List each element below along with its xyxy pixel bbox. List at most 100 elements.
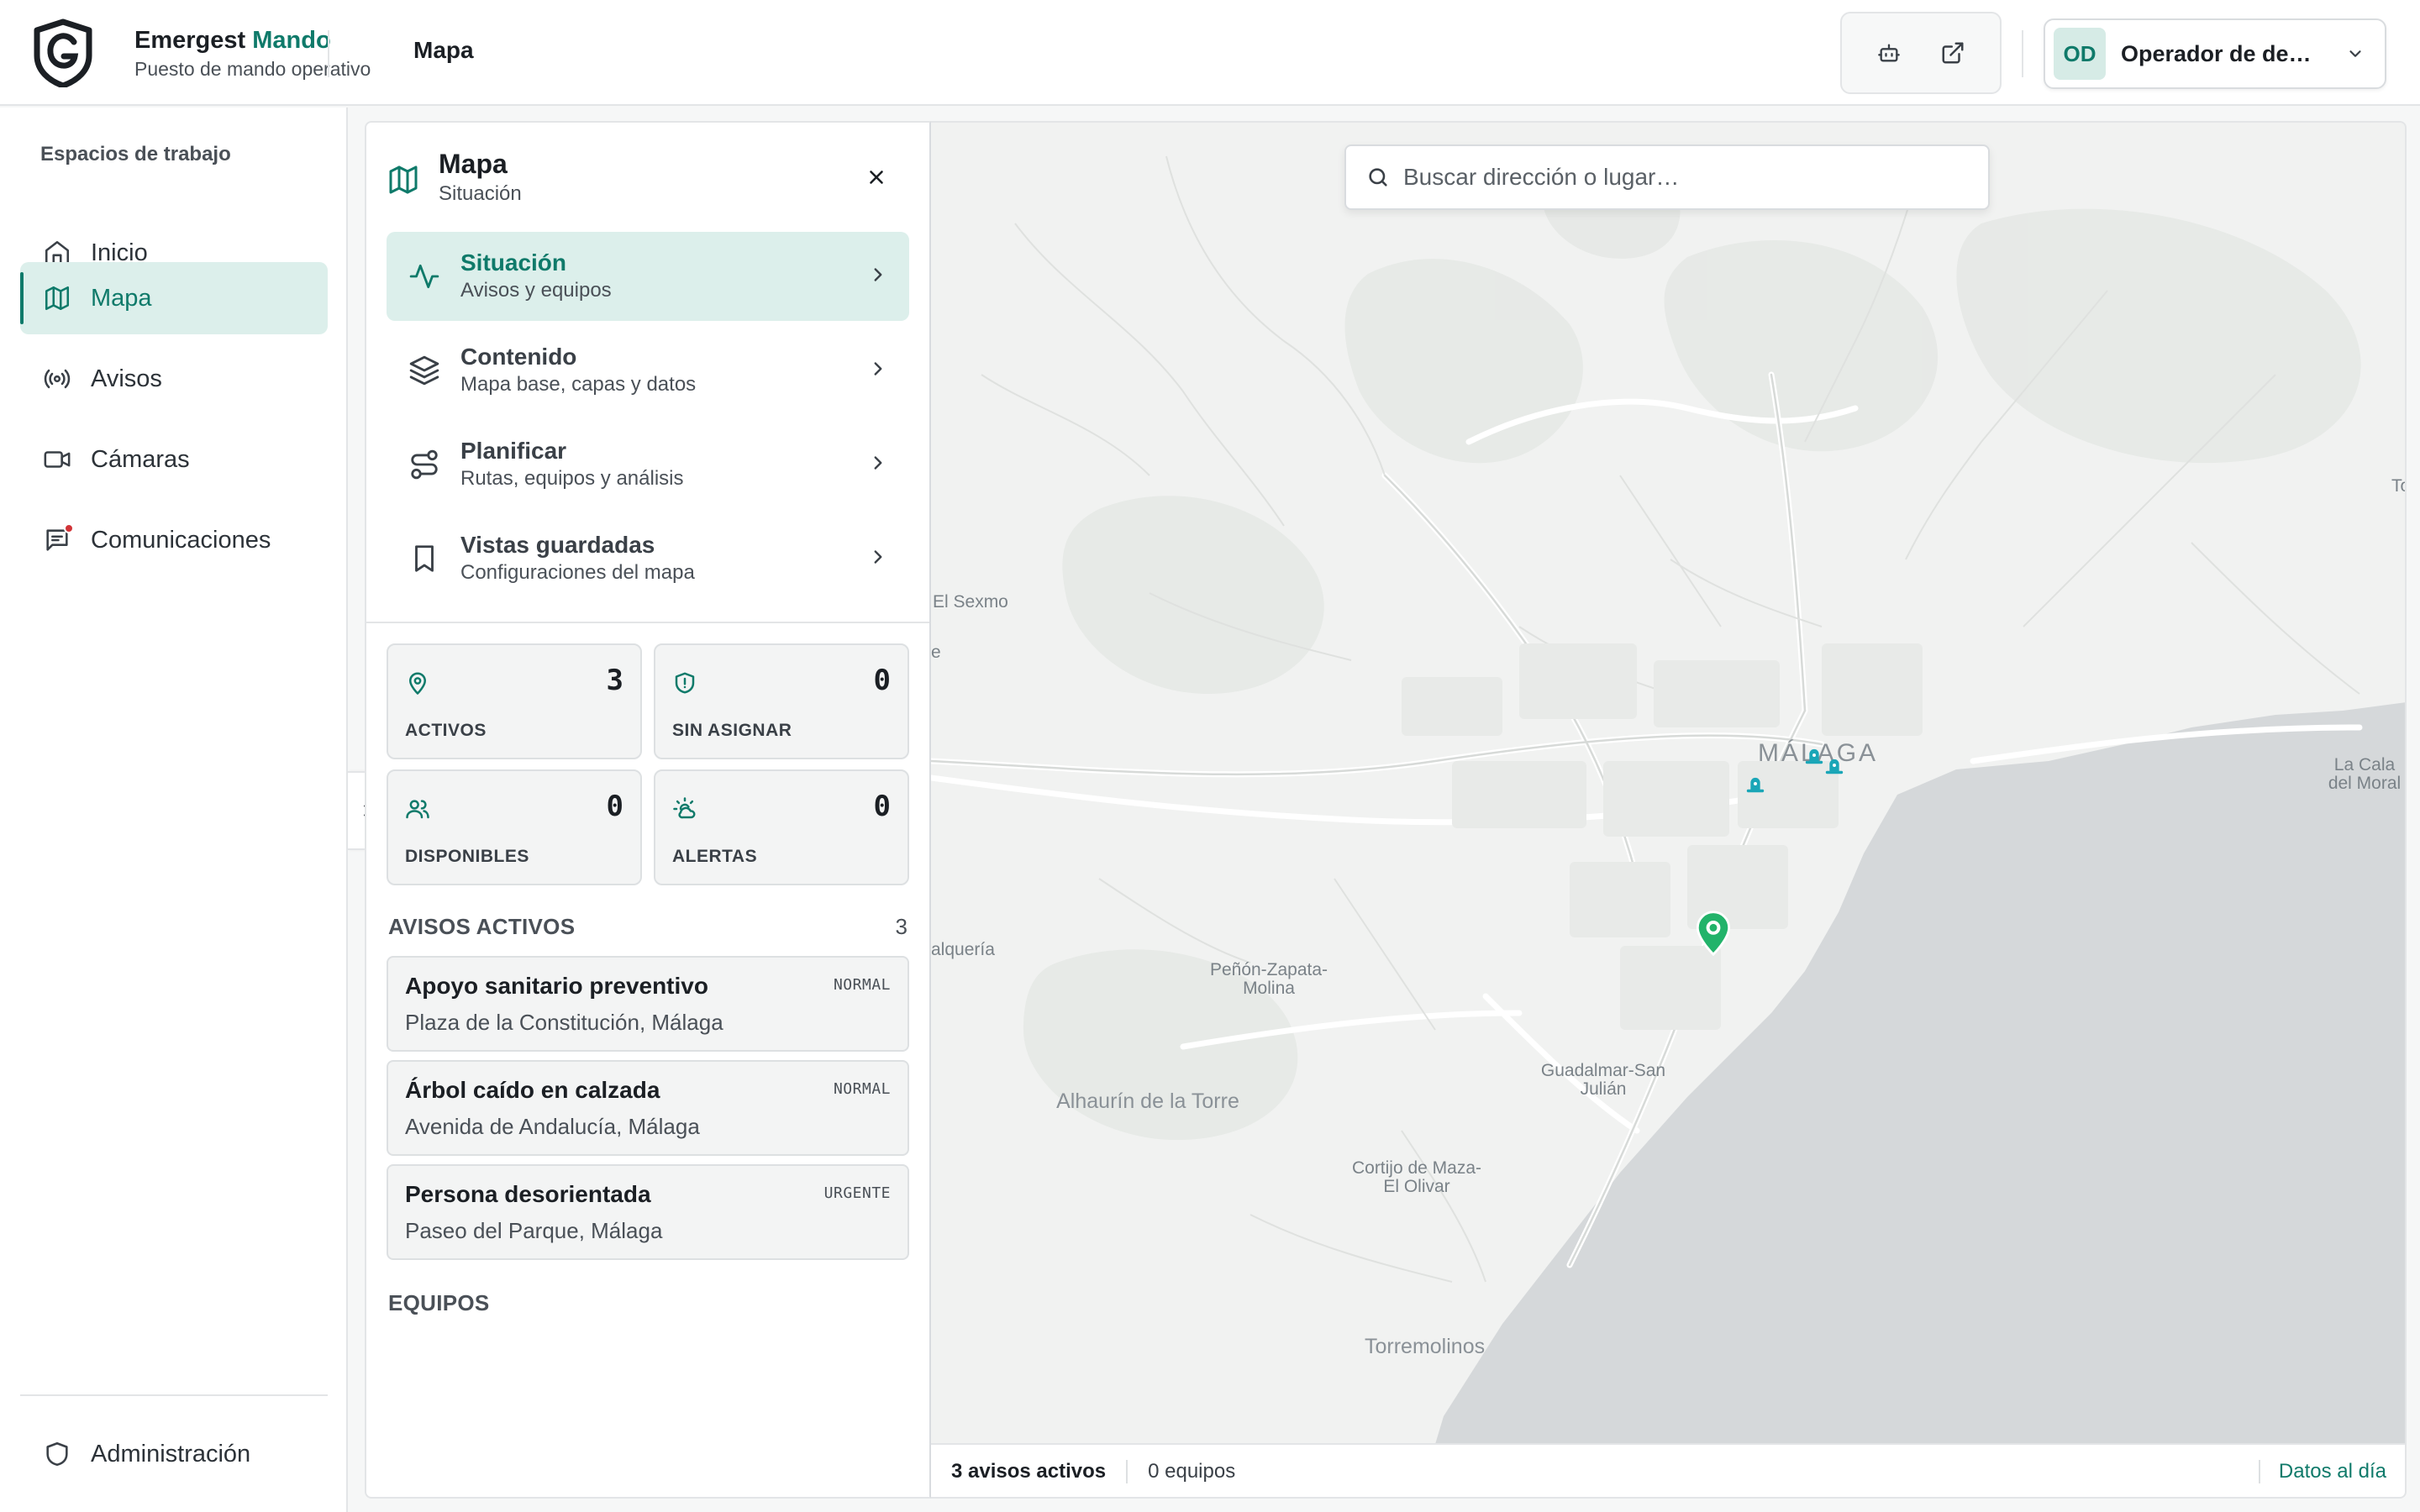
stat-label: ALERTAS — [672, 847, 758, 866]
open-external-button[interactable] — [1928, 28, 1978, 78]
close-icon — [870, 171, 883, 184]
stat-label: DISPONIBLES — [405, 847, 529, 866]
chevron-right-icon — [874, 550, 882, 564]
incident-card[interactable]: Persona desorientada URGENTE Paseo del P… — [387, 1164, 909, 1260]
emergest-logo-icon — [34, 18, 92, 87]
map-label: To — [2391, 476, 2405, 496]
sidebar-item-label: Comunicaciones — [91, 526, 271, 554]
page-title: Mapa — [413, 37, 474, 63]
sidebar-item-comunicaciones[interactable]: Comunicaciones — [20, 504, 328, 576]
search-icon — [1369, 168, 1387, 186]
sidebar-divider — [20, 1394, 328, 1396]
sidebar-item-label: Administración — [91, 1440, 251, 1467]
map-label: e — [931, 643, 941, 662]
map-label: Alhaurín de la Torre — [1056, 1089, 1239, 1113]
stat-value: 0 — [606, 790, 623, 823]
layers-icon — [407, 353, 442, 388]
sidebar-item-label: Mapa — [91, 284, 152, 312]
map-panel: Mapa Situación Situación Avisos y equipos… — [365, 121, 931, 1499]
user-name: Operador de demostración — [2121, 40, 2331, 66]
map-label: Peñón-Zapata-Molina — [1209, 960, 1328, 998]
sidebar-item-avisos[interactable]: Avisos — [20, 343, 328, 415]
menu-item-title: Situación — [460, 249, 567, 276]
chevron-right-icon — [874, 268, 882, 281]
panel-header: Mapa Situación — [387, 148, 522, 208]
address-search[interactable] — [1344, 144, 1990, 210]
panel-menu-vistas-guardadas[interactable]: Vistas guardadas Configuraciones del mapa — [387, 514, 909, 603]
sidebar-item-label: Cámaras — [91, 445, 190, 473]
chevron-right-icon — [874, 456, 882, 470]
panel-menu-contenido[interactable]: Contenido Mapa base, capas y datos — [387, 326, 909, 415]
sidebar-item-administracion[interactable]: Administración — [20, 1418, 328, 1490]
incident-card[interactable]: Árbol caído en calzada NORMAL Avenida de… — [387, 1060, 909, 1156]
top-header: Emergest Mando Puesto de mando operativo… — [0, 0, 2420, 106]
shield-icon — [40, 1437, 74, 1471]
status-divider — [1126, 1460, 1128, 1483]
stat-value: 0 — [873, 790, 891, 823]
message-icon — [40, 523, 74, 557]
panel-divider — [366, 622, 929, 623]
incident-title: Apoyo sanitario preventivo — [405, 973, 708, 999]
panel-subtitle: Situación — [439, 182, 522, 205]
video-camera-icon — [40, 443, 74, 476]
incident-marker-icon[interactable] — [1820, 751, 1849, 780]
map-label: El Sexmo — [933, 592, 1008, 612]
incident-card[interactable]: Apoyo sanitario preventivo NORMAL Plaza … — [387, 956, 909, 1052]
activity-icon — [407, 259, 442, 294]
map-label: Torremolinos — [1365, 1335, 1486, 1358]
panel-title: Mapa — [439, 149, 508, 179]
brand-name: Emergest — [134, 27, 246, 54]
map-icon — [389, 165, 418, 194]
sidebar-item-mapa[interactable]: Mapa — [20, 262, 328, 334]
stat-value: 3 — [606, 664, 623, 697]
map-label: Guadalmar-San Julián — [1540, 1061, 1666, 1099]
external-link-icon — [1942, 42, 1964, 64]
stat-card-sin-asignar: 0 SIN ASIGNAR — [654, 643, 909, 759]
user-menu-button[interactable]: OD Operador de demostración — [2044, 18, 2386, 89]
sidebar-heading: Espacios de trabajo — [40, 143, 231, 165]
notification-badge — [64, 523, 74, 533]
incident-location: Avenida de Andalucía, Málaga — [405, 1114, 700, 1139]
map-view[interactable]: El Sexmo e MÁLAGA La Cala del Moral alqu… — [931, 121, 2407, 1499]
map-status-bar: 3 avisos activos 0 equipos Datos al día — [931, 1443, 2405, 1497]
location-pin-icon[interactable] — [1694, 909, 1733, 956]
incident-location: Paseo del Parque, Málaga — [405, 1218, 663, 1243]
sidebar-item-camaras[interactable]: Cámaras — [20, 423, 328, 496]
active-incidents-heading: AVISOS ACTIVOS — [388, 914, 576, 939]
incident-priority-badge: NORMAL — [833, 976, 891, 994]
header-icon-group — [1840, 12, 2002, 94]
menu-item-title: Vistas guardadas — [460, 532, 655, 558]
map-icon — [40, 281, 74, 315]
menu-item-title: Contenido — [460, 344, 577, 370]
pin-icon — [409, 672, 426, 695]
incident-title: Persona desorientada — [405, 1181, 651, 1207]
basemap — [931, 123, 2405, 1497]
menu-item-subtitle: Mapa base, capas y datos — [460, 373, 697, 396]
sidebar-item-label: Avisos — [91, 365, 162, 392]
users-icon — [406, 800, 429, 819]
menu-item-subtitle: Rutas, equipos y análisis — [460, 467, 684, 490]
stat-label: SIN ASIGNAR — [672, 721, 792, 740]
incident-priority-badge: URGENTE — [823, 1184, 891, 1202]
stat-label: ACTIVOS — [405, 721, 487, 740]
stat-card-activos: 3 ACTIVOS — [387, 643, 642, 759]
menu-item-subtitle: Avisos y equipos — [460, 279, 612, 302]
stat-value: 0 — [873, 664, 891, 697]
map-label: La Cala del Moral — [2328, 755, 2402, 793]
search-input[interactable] — [1403, 164, 1975, 191]
bookmark-icon — [407, 541, 442, 576]
assistant-bot-button[interactable] — [1864, 28, 1914, 78]
status-divider — [2258, 1460, 2260, 1483]
incident-marker-icon[interactable] — [1741, 769, 1770, 798]
teams-heading: EQUIPOS — [388, 1290, 490, 1315]
shield-alert-icon — [675, 672, 695, 694]
map-label: alquería — [931, 940, 995, 959]
brand-title: Emergest Mando — [134, 25, 371, 55]
incident-location: Plaza de la Constitución, Málaga — [405, 1010, 723, 1035]
close-panel-button[interactable] — [857, 158, 896, 197]
panel-menu-planificar[interactable]: Planificar Rutas, equipos y análisis — [387, 420, 909, 509]
stat-card-disponibles: 0 DISPONIBLES — [387, 769, 642, 885]
sidebar: Espacios de trabajo Inicio Mapa Avisos C… — [0, 108, 348, 1512]
brand: Emergest Mando Puesto de mando operativo — [134, 25, 371, 82]
panel-menu-situacion[interactable]: Situación Avisos y equipos — [387, 232, 909, 321]
